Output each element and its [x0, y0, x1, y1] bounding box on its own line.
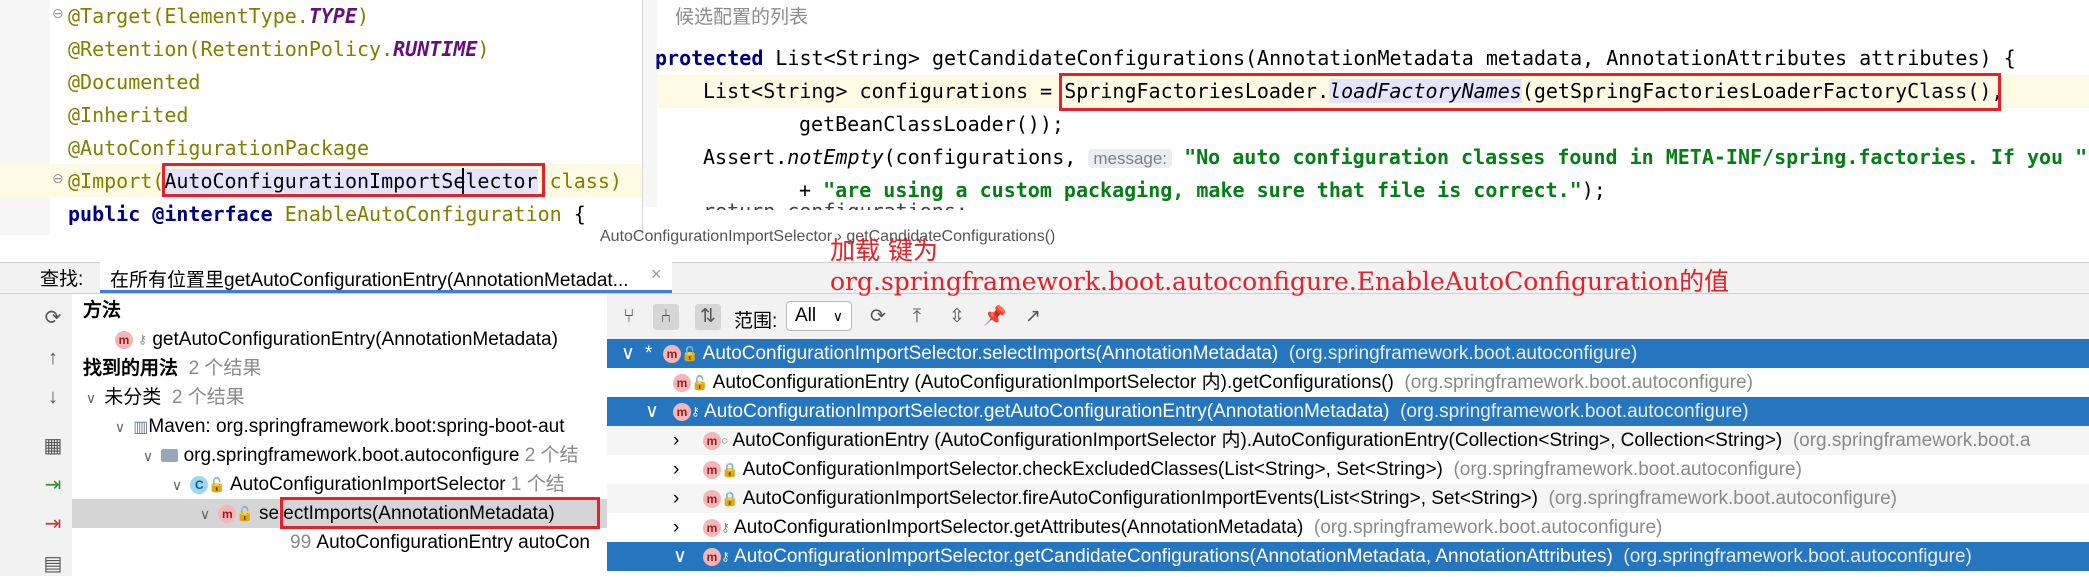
- close-icon[interactable]: ×: [651, 264, 662, 285]
- result-row[interactable]: m 🔓 AutoConfigurationEntry (AutoConfigura…: [607, 368, 2089, 397]
- result-row[interactable]: › m ○ AutoConfigurationEntry (AutoConfigu…: [607, 426, 2089, 455]
- private-lock-icon: 🔒: [721, 461, 739, 478]
- key-icon: ⚷: [691, 404, 700, 419]
- method-icon: m: [703, 489, 721, 508]
- chevron-down-icon[interactable]: ∨: [83, 384, 99, 413]
- highlight-box: [280, 497, 600, 529]
- rerun-icon[interactable]: ⟳: [40, 305, 66, 331]
- import-icon[interactable]: ⇥: [40, 472, 66, 498]
- result-row[interactable]: › m ⚷ AutoConfigurationImportSelector.get…: [607, 513, 2089, 542]
- code-line[interactable]: getBeanClassLoader());: [799, 108, 1064, 141]
- code-line[interactable]: @Retention(RetentionPolicy.RUNTIME): [68, 33, 489, 66]
- public-icon: 🔓: [208, 476, 226, 493]
- arrow-up-icon[interactable]: ↑: [40, 345, 66, 371]
- library-icon: ▥: [133, 419, 149, 436]
- export-icon[interactable]: ⇥: [40, 511, 66, 537]
- find-tab-label[interactable]: 在所有位置里getAutoConfigurationEntry(Annotati…: [110, 265, 629, 292]
- private-lock-icon: 🔒: [721, 490, 739, 507]
- code-line[interactable]: @Inherited: [68, 99, 188, 132]
- result-row[interactable]: ∨ m ⚷ AutoConfigurationImportSelector.get…: [607, 397, 2089, 426]
- chevron-down-icon[interactable]: ∨: [140, 442, 156, 471]
- public-icon: 🔓: [236, 505, 254, 522]
- tree-item-uncategorized[interactable]: ∨ 未分类 2 个结果: [83, 383, 245, 412]
- highlight-box: [162, 163, 545, 197]
- chevron-down-icon[interactable]: ∨: [112, 413, 128, 442]
- pin-icon[interactable]: 📌: [982, 304, 1008, 330]
- method-icon: m: [703, 431, 721, 450]
- method-icon: m: [703, 547, 721, 566]
- public-icon: 🔓: [681, 345, 699, 362]
- chevron-right-icon[interactable]: ›: [673, 484, 679, 513]
- method-icon: m: [218, 504, 237, 523]
- tree-item-class[interactable]: ∨ C 🔓 AutoConfigurationImportSelector 1 个…: [169, 470, 565, 499]
- result-row[interactable]: › m 🔒 AutoConfigurationImportSelector.fir…: [607, 484, 2089, 513]
- chevron-down-icon[interactable]: ∨: [621, 339, 635, 368]
- chevron-down-icon[interactable]: ∨: [197, 500, 213, 529]
- expand-icon[interactable]: ⇳: [944, 304, 970, 330]
- chevron-down-icon: ∨: [832, 308, 843, 324]
- tree-section-usages: 找到的用法 2 个结果: [83, 358, 262, 379]
- highlight-box: [1059, 73, 2001, 111]
- tree-item-method[interactable]: m ⚷ getAutoConfigurationEntry(Annotation…: [115, 325, 558, 354]
- chevron-down-icon[interactable]: ∨: [645, 397, 659, 426]
- breadcrumb-class[interactable]: AutoConfigurationImportSelector: [600, 228, 832, 245]
- left-editor-gutter: [0, 0, 50, 235]
- tree-item-usage-line[interactable]: 99 AutoConfigurationEntry autoCon: [290, 528, 590, 557]
- results-list[interactable]: ∨ * m 🔓 AutoConfigurationImportSelector.s…: [607, 339, 2089, 576]
- key-icon: ⚷: [721, 549, 730, 564]
- open-external-icon[interactable]: ↗: [1020, 304, 1046, 330]
- result-row[interactable]: ∨ * m 🔓 AutoConfigurationImportSelector.s…: [607, 339, 2089, 368]
- code-line[interactable]: Assert.notEmpty(configurations, message:…: [703, 141, 2087, 174]
- method-icon: m: [673, 373, 691, 392]
- chevron-down-icon[interactable]: ∨: [169, 471, 185, 500]
- merge-icon[interactable]: ⑂: [616, 304, 642, 330]
- breadcrumb[interactable]: AutoConfigurationImportSelector › getCan…: [600, 228, 1055, 252]
- collapse-icon[interactable]: ⤒: [904, 304, 930, 330]
- method-icon: m: [115, 330, 133, 349]
- code-comment: 候选配置的列表: [675, 7, 809, 28]
- group-icon[interactable]: ▦: [40, 433, 66, 459]
- scope-label: 范围:: [734, 311, 778, 332]
- fold-icon[interactable]: ⊖: [52, 5, 64, 22]
- code-line[interactable]: @AutoConfigurationPackage: [68, 132, 369, 165]
- chevron-right-icon[interactable]: ›: [673, 513, 679, 542]
- arrow-down-icon[interactable]: ↓: [40, 384, 66, 410]
- annotation-note-key-overlay: org.springframework.boot.autoconfigure.E…: [830, 267, 1730, 296]
- preview-icon[interactable]: ▤: [40, 551, 66, 577]
- chevron-down-icon[interactable]: ∨: [673, 542, 687, 571]
- chevron-right-icon[interactable]: ›: [673, 426, 679, 455]
- fold-icon[interactable]: ⊖: [52, 170, 64, 187]
- public-icon: 🔓: [691, 374, 709, 391]
- code-line[interactable]: protected List<String> getCandidateConfi…: [655, 42, 2016, 75]
- package-icon: [161, 449, 179, 463]
- chevron-right-icon[interactable]: ›: [673, 455, 679, 484]
- method-icon: m: [663, 344, 681, 363]
- code-line[interactable]: @Target(ElementType.TYPE): [68, 0, 369, 33]
- method-icon: m: [703, 518, 721, 537]
- parameter-hint: message:: [1088, 149, 1173, 168]
- tree-item-maven[interactable]: ∨ ▥Maven: org.springframework.boot:sprin…: [112, 412, 565, 441]
- result-row[interactable]: › m 🔒 AutoConfigurationImportSelector.che…: [607, 455, 2089, 484]
- class-icon: C: [190, 475, 209, 494]
- annotation-editor[interactable]: ⊖ ⊖ @Target(ElementType.TYPE) @Retention…: [0, 0, 643, 235]
- tree-item-package[interactable]: ∨ org.springframework.boot.autoconfigure…: [140, 441, 579, 470]
- key-icon: ⚷: [721, 520, 730, 535]
- method-icon: m: [673, 402, 691, 421]
- find-label: 查找:: [40, 269, 84, 290]
- result-row[interactable]: ∨ m ⚷ AutoConfigurationImportSelector.get…: [607, 542, 2089, 571]
- key-icon: ⚷: [138, 332, 148, 347]
- package-private-icon: ○: [721, 433, 729, 448]
- right-editor-gutter: [643, 0, 657, 207]
- sort-icon[interactable]: ⇅: [695, 304, 721, 330]
- code-line[interactable]: public @interface EnableAutoConfiguratio…: [68, 198, 586, 231]
- method-icon: m: [703, 460, 721, 479]
- usages-tree[interactable]: 方法 m ⚷ getAutoConfigurationEntry(Annotat…: [72, 294, 608, 576]
- tree-section-method: 方法: [83, 300, 122, 321]
- scope-select[interactable]: All ∨: [786, 301, 852, 331]
- code-line[interactable]: @Documented: [68, 66, 200, 99]
- code-line-cut[interactable]: return configurations;: [703, 200, 968, 210]
- hierarchy-icon[interactable]: ⑃: [653, 304, 679, 330]
- refresh-icon[interactable]: ⟳: [865, 304, 891, 330]
- find-side-toolbar: ⟳ ↑ ↓ ▦ ⇥ ⇥ ▤: [0, 294, 73, 576]
